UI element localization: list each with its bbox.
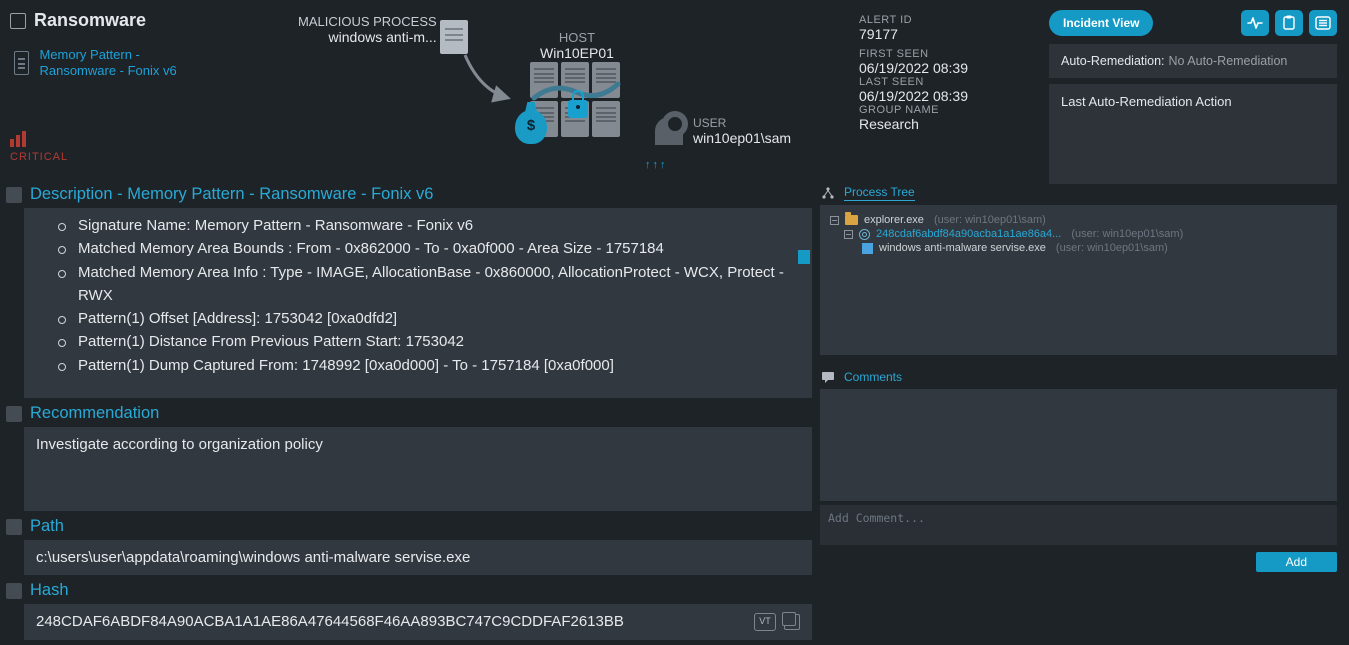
- host-name: Win10EP01: [540, 45, 614, 61]
- tree-node-user: (user: win10ep01\sam): [1071, 228, 1183, 240]
- group-name-label: GROUP NAME: [859, 104, 1049, 116]
- comments-header: Comments: [820, 369, 1337, 389]
- auto-remediation-value: No Auto-Remediation: [1169, 54, 1288, 68]
- tree-expand-icon[interactable]: [830, 216, 839, 225]
- description-bullet: Signature Name: Memory Pattern - Ransomw…: [58, 214, 800, 237]
- collapse-arrows-icon[interactable]: ↑↑↑: [645, 159, 666, 171]
- recommendation-icon: [6, 406, 22, 422]
- add-comment-button[interactable]: Add: [1256, 552, 1337, 572]
- tree-node-name: windows anti-malware servise.exe: [879, 242, 1046, 254]
- arrow-icon: [460, 50, 515, 105]
- virustotal-button[interactable]: VT: [754, 613, 776, 631]
- incident-view-button[interactable]: Incident View: [1049, 10, 1153, 36]
- malicious-process-label: MALICIOUS PROCESS: [298, 14, 437, 29]
- tree-node-user: (user: win10ep01\sam): [1056, 242, 1168, 254]
- actions-column: Incident View Auto-Remediation: No Auto-R…: [1049, 0, 1349, 175]
- info-icon: [6, 187, 22, 203]
- moneybag-icon: [515, 110, 547, 144]
- gear-icon: [859, 229, 870, 240]
- path-section: Path c:\users\user\appdata\roaming\windo…: [0, 517, 812, 575]
- comment-input[interactable]: [820, 505, 1337, 545]
- list-icon-button[interactable]: [1309, 10, 1337, 36]
- alert-checkbox[interactable]: [10, 13, 26, 29]
- malicious-process-name: windows anti-m...: [298, 29, 437, 45]
- path-icon: [6, 519, 22, 535]
- user-icon: [655, 117, 683, 145]
- recommendation-title: Recommendation: [30, 404, 159, 423]
- last-auto-remediation-panel: Last Auto-Remediation Action: [1049, 84, 1337, 184]
- malicious-process-block: MALICIOUS PROCESS windows anti-m...: [298, 14, 437, 45]
- host-block: HOST Win10EP01: [540, 30, 614, 61]
- copy-icon-button[interactable]: [784, 614, 800, 630]
- user-label: USER: [693, 116, 791, 130]
- first-seen-label: FIRST SEEN: [859, 48, 1049, 60]
- first-seen-value: 06/19/2022 08:39: [859, 60, 1049, 76]
- tree-node-name: 248cdaf6abdf84a90acba1a1ae86a4...: [876, 228, 1061, 240]
- document-icon: [14, 51, 29, 75]
- description-bullet: Pattern(1) Dump Captured From: 1748992 […: [58, 354, 800, 377]
- critical-bars-icon: [10, 131, 26, 147]
- hash-section: Hash 248CDAF6ABDF84A90ACBA1A1AE86A476445…: [0, 581, 812, 639]
- hash-body: 248CDAF6ABDF84A90ACBA1A1AE86A47644568F46…: [24, 604, 812, 639]
- alert-id-value: 79177: [859, 26, 1049, 42]
- comments-list: [820, 389, 1337, 501]
- alert-list-item[interactable]: Memory Pattern - Ransomware - Fonix v6: [10, 41, 220, 86]
- last-seen-value: 06/19/2022 08:39: [859, 88, 1049, 104]
- tree-node[interactable]: explorer.exe (user: win10ep01\sam): [830, 213, 1327, 227]
- hash-value: 248CDAF6ABDF84A90ACBA1A1AE86A47644568F46…: [36, 610, 624, 633]
- activity-icon-button[interactable]: [1241, 10, 1269, 36]
- hash-title: Hash: [30, 581, 69, 600]
- description-title: Description - Memory Pattern - Ransomwar…: [30, 185, 433, 204]
- tree-node[interactable]: 248cdaf6abdf84a90acba1a1ae86a4... (user:…: [830, 227, 1327, 241]
- user-name: win10ep01\sam: [693, 130, 791, 146]
- lock-icon: [568, 100, 588, 118]
- alert-metadata: ALERT ID 79177 FIRST SEEN 06/19/2022 08:…: [859, 0, 1049, 175]
- process-file-icon: [440, 20, 468, 54]
- alert-list-item-label: Memory Pattern - Ransomware - Fonix v6: [39, 47, 220, 80]
- description-body: Signature Name: Memory Pattern - Ransomw…: [24, 208, 812, 398]
- recommendation-body: Investigate according to organization po…: [24, 427, 812, 511]
- tree-expand-icon[interactable]: [844, 230, 853, 239]
- attack-diagram: MALICIOUS PROCESS windows anti-m... HOST…: [230, 0, 859, 175]
- host-label: HOST: [540, 30, 614, 45]
- left-nav: Ransomware Memory Pattern - Ransomware -…: [0, 0, 230, 175]
- hash-icon: [6, 583, 22, 599]
- tree-node-user: (user: win10ep01\sam): [934, 214, 1046, 226]
- tree-node[interactable]: windows anti-malware servise.exe (user: …: [830, 241, 1327, 255]
- process-tree-panel: explorer.exe (user: win10ep01\sam) 248cd…: [820, 205, 1337, 355]
- alert-id-label: ALERT ID: [859, 14, 1049, 26]
- user-block: USER win10ep01\sam: [655, 116, 791, 146]
- auto-remediation-row: Auto-Remediation: No Auto-Remediation: [1049, 44, 1337, 78]
- last-seen-label: LAST SEEN: [859, 76, 1049, 88]
- windows-icon: [862, 243, 873, 254]
- description-bullet: Pattern(1) Distance From Previous Patter…: [58, 330, 800, 353]
- process-tree-icon: [820, 185, 836, 201]
- description-section: Description - Memory Pattern - Ransomwar…: [0, 185, 812, 398]
- comments-icon: [820, 369, 836, 385]
- group-name-value: Research: [859, 116, 1049, 132]
- folder-icon: [845, 215, 858, 225]
- description-bullet: Matched Memory Area Bounds : From - 0x86…: [58, 237, 800, 260]
- path-body: c:\users\user\appdata\roaming\windows an…: [24, 540, 812, 575]
- process-tree-title: Process Tree: [844, 185, 915, 201]
- alert-category-title: Ransomware: [34, 10, 146, 31]
- comments-title: Comments: [844, 370, 902, 385]
- process-tree-header: Process Tree: [820, 185, 1337, 205]
- tree-node-name: explorer.exe: [864, 214, 924, 226]
- recommendation-section: Recommendation Investigate according to …: [0, 404, 812, 511]
- clipboard-icon-button[interactable]: [1275, 10, 1303, 36]
- description-bullet: Pattern(1) Offset [Address]: 1753042 [0x…: [58, 307, 800, 330]
- path-title: Path: [30, 517, 64, 536]
- auto-remediation-label: Auto-Remediation:: [1061, 54, 1165, 68]
- severity-label: CRITICAL: [10, 151, 68, 163]
- description-bullet: Matched Memory Area Info : Type - IMAGE,…: [58, 261, 800, 308]
- severity-indicator: CRITICAL: [10, 131, 220, 163]
